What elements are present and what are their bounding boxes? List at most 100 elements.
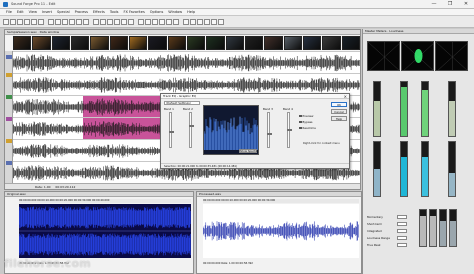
video-thumbnail[interactable] — [128, 36, 148, 50]
menu-fx-favorites[interactable]: FX Favorites — [123, 10, 144, 14]
waveform-view[interactable] — [203, 204, 359, 258]
toolbar-tool-icon[interactable] — [138, 18, 144, 25]
video-thumbnail[interactable] — [341, 36, 360, 50]
video-thumbnail[interactable] — [283, 36, 302, 50]
video-thumbnail[interactable] — [264, 36, 283, 50]
app-icon — [3, 1, 8, 7]
toolbar-tool-icon[interactable] — [83, 18, 89, 25]
menu-edit[interactable]: Edit — [17, 10, 24, 14]
show-spectrum-button[interactable]: Show Spectrum — [239, 149, 258, 153]
band-1-gain-slider[interactable] — [169, 112, 174, 148]
slider-knob[interactable] — [169, 131, 174, 133]
toolbar-tool-icon[interactable] — [38, 18, 44, 25]
toolbar-tool-icon[interactable] — [173, 18, 179, 25]
menu-help[interactable]: Help — [187, 10, 195, 14]
toolbar-tool-icon[interactable] — [10, 18, 16, 25]
minimize-button[interactable]: — — [428, 1, 440, 7]
band-3-gain-slider[interactable] — [267, 112, 272, 148]
toolbar-tool-icon[interactable] — [166, 18, 172, 25]
video-thumbnail[interactable] — [109, 36, 128, 50]
video-thumbnail[interactable] — [322, 36, 341, 50]
track-controls — [5, 51, 13, 185]
toolbar-tool-icon[interactable] — [3, 18, 9, 25]
toolbar-tool-icon[interactable] — [93, 18, 99, 25]
toolbar-tool-icon[interactable] — [31, 18, 37, 25]
toolbar-tool-icon[interactable] — [76, 18, 82, 25]
band-4-gain-slider[interactable] — [287, 112, 292, 148]
band-2-gain-slider[interactable] — [189, 112, 194, 148]
toolbar-tool-icon[interactable] — [121, 18, 127, 25]
video-thumbnail[interactable] — [206, 36, 225, 50]
slider-knob[interactable] — [267, 133, 272, 135]
toolbar-tool-icon[interactable] — [24, 18, 30, 25]
dialog-close-icon[interactable]: × — [344, 94, 347, 99]
close-button[interactable]: ✕ — [460, 1, 472, 7]
realtime-checkbox[interactable]: Real-time — [299, 126, 316, 130]
track-4-color-icon[interactable] — [6, 117, 12, 121]
toolbar-tool-icon[interactable] — [152, 18, 158, 25]
phase-scope-center — [401, 41, 434, 71]
toolbar-tool-icon[interactable] — [62, 18, 68, 25]
loudness-row-label: True Peak — [367, 243, 381, 247]
track-2-color-icon[interactable] — [6, 73, 12, 77]
band-label: Band 2 — [183, 107, 193, 111]
menu-options[interactable]: Options — [150, 10, 164, 14]
video-thumbnail-strip — [13, 36, 360, 50]
video-thumbnail[interactable] — [90, 36, 109, 50]
waveform-view[interactable] — [19, 204, 191, 258]
video-thumbnail[interactable] — [225, 36, 244, 50]
slider-knob[interactable] — [287, 129, 292, 131]
toolbar-tool-icon[interactable] — [114, 18, 120, 25]
video-thumbnail[interactable] — [148, 36, 167, 50]
track-5-color-icon[interactable] — [6, 139, 12, 143]
panel-header: Processed.wav — [197, 192, 361, 197]
toolbar-tool-icon[interactable] — [100, 18, 106, 25]
audio-track-2[interactable] — [13, 73, 360, 95]
toolbar-tool-icon[interactable] — [48, 18, 54, 25]
toolbar-tool-icon[interactable] — [69, 18, 75, 25]
cancel-button[interactable]: Cancel — [331, 109, 347, 114]
slider-knob[interactable] — [189, 125, 194, 127]
toolbar-tool-icon[interactable] — [211, 18, 217, 25]
menu-process[interactable]: Process — [75, 10, 88, 14]
video-thumbnail[interactable] — [51, 36, 70, 50]
menu-tools[interactable]: Tools — [110, 10, 119, 14]
video-thumbnail[interactable] — [70, 36, 90, 50]
audio-track-1[interactable] — [13, 51, 360, 73]
toolbar-tool-icon[interactable] — [17, 18, 23, 25]
menu-file[interactable]: File — [6, 10, 12, 14]
toolbar-tool-icon[interactable] — [107, 18, 113, 25]
video-thumbnail[interactable] — [244, 36, 264, 50]
preset-dropdown[interactable]: (Default Settings) — [164, 101, 200, 105]
menu-window[interactable]: Window — [168, 10, 182, 14]
toolbar-tool-icon[interactable] — [55, 18, 61, 25]
toolbar-tool-icon[interactable] — [190, 18, 196, 25]
video-thumbnail[interactable] — [32, 36, 51, 50]
menu-insert[interactable]: Insert — [42, 10, 52, 14]
phase-scope-plot — [402, 42, 433, 70]
menu-special[interactable]: Special — [57, 10, 70, 14]
track-6-color-icon[interactable] — [6, 161, 12, 165]
video-thumbnail[interactable] — [13, 36, 32, 50]
toolbar-tool-icon[interactable] — [204, 18, 210, 25]
track-1-color-icon[interactable] — [6, 55, 12, 59]
maximize-button[interactable]: ❐ — [444, 1, 456, 7]
track-3-color-icon[interactable] — [6, 95, 12, 99]
menu-view[interactable]: View — [29, 10, 37, 14]
toolbar-tool-icon[interactable] — [145, 18, 151, 25]
toolbar-tool-icon[interactable] — [183, 18, 189, 25]
loudness-value-box — [397, 222, 407, 226]
bypass-checkbox[interactable]: Bypass — [299, 120, 312, 124]
preview-checkbox[interactable]: Preview — [299, 114, 313, 118]
video-thumbnail[interactable] — [167, 36, 186, 50]
video-thumbnail[interactable] — [186, 36, 206, 50]
menu-effects[interactable]: Effects — [93, 10, 105, 14]
video-thumbnail[interactable] — [302, 36, 322, 50]
level-meter — [439, 209, 447, 247]
ok-button[interactable]: OK — [331, 102, 347, 107]
toolbar-tool-icon[interactable] — [159, 18, 165, 25]
toolbar-tool-icon[interactable] — [218, 18, 224, 25]
toolbar-tool-icon[interactable] — [128, 18, 134, 25]
toolbar-tool-icon[interactable] — [197, 18, 203, 25]
help-button[interactable]: Help — [331, 116, 347, 121]
